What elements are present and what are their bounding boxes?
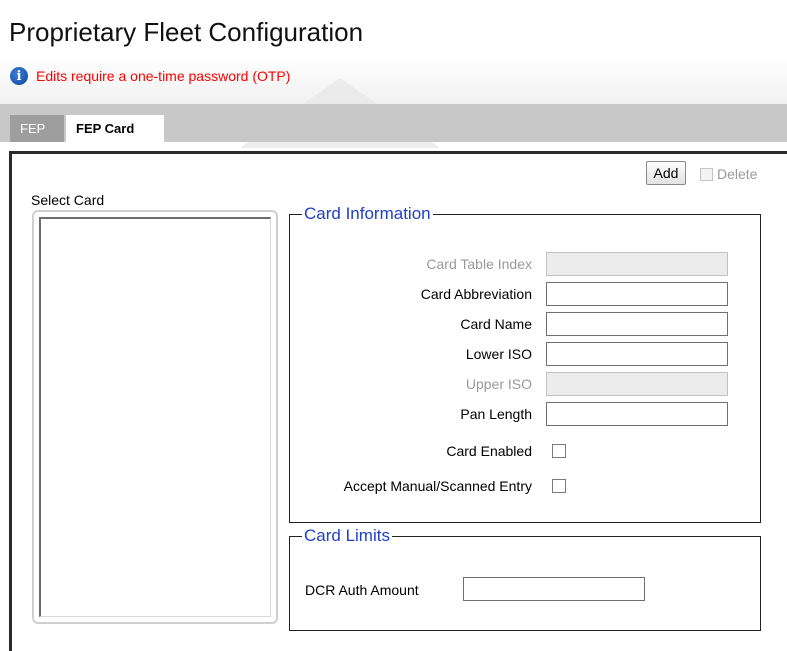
tab-fep[interactable]: FEP: [10, 115, 64, 142]
pan-length-field[interactable]: [546, 402, 728, 426]
card-name-label: Card Name: [460, 316, 532, 332]
page-title: Proprietary Fleet Configuration: [9, 17, 364, 47]
card-enabled-checkbox[interactable]: [552, 444, 566, 458]
lower-iso-label: Lower ISO: [465, 346, 532, 362]
card-information-legend: Card Information: [302, 204, 433, 224]
select-card-label: Select Card: [31, 192, 105, 208]
dcr-auth-amount-field[interactable]: [463, 577, 645, 601]
add-button[interactable]: Add: [646, 161, 686, 185]
lower-iso-field[interactable]: [546, 342, 728, 366]
upper-iso-field: [546, 372, 728, 396]
info-icon: i: [10, 67, 28, 85]
delete-checkbox: [700, 167, 713, 181]
pan-length-label: Pan Length: [460, 406, 532, 422]
card-limits-legend: Card Limits: [302, 526, 392, 546]
card-table-index-label: Card Table Index: [426, 256, 532, 272]
card-table-index-field: [546, 252, 728, 276]
card-name-field[interactable]: [546, 312, 728, 336]
accept-manual-label: Accept Manual/Scanned Entry: [343, 478, 532, 494]
accept-manual-checkbox[interactable]: [552, 479, 566, 493]
otp-notice: i Edits require a one-time password (OTP…: [10, 66, 290, 86]
dcr-auth-amount-label: DCR Auth Amount: [305, 582, 419, 598]
otp-notice-text: Edits require a one-time password (OTP): [36, 68, 291, 84]
delete-control: Delete: [700, 166, 757, 182]
upper-iso-label: Upper ISO: [465, 376, 532, 392]
card-abbreviation-label: Card Abbreviation: [420, 286, 532, 302]
tab-fep-card[interactable]: FEP Card: [66, 115, 164, 142]
page-header: Proprietary Fleet Configuration i Edits …: [0, 0, 787, 148]
delete-label: Delete: [717, 166, 758, 182]
select-card-list[interactable]: [32, 210, 278, 624]
card-enabled-label: Card Enabled: [446, 443, 532, 459]
card-abbreviation-field[interactable]: [546, 282, 728, 306]
select-card-listbox[interactable]: [39, 217, 271, 617]
tab-bar: FEP FEP Card: [0, 104, 787, 142]
